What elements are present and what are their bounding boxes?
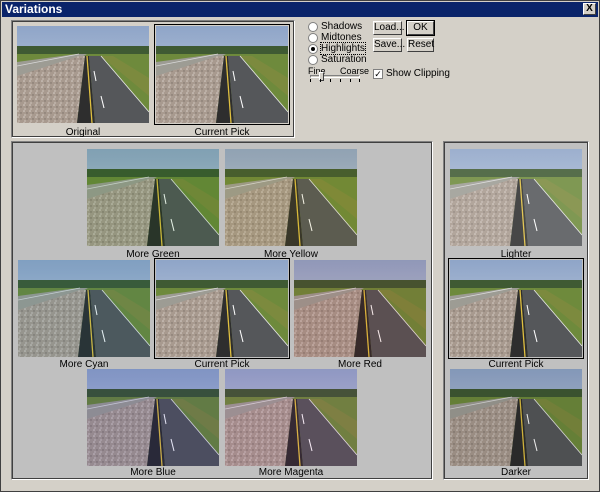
radio-highlights-label: Highlights	[320, 42, 366, 55]
reset-button[interactable]: Reset	[407, 38, 434, 52]
radio-saturation-indicator[interactable]	[308, 54, 318, 65]
radio-shadows[interactable]: Shadows	[308, 21, 362, 32]
radio-midtones-label: Midtones	[321, 32, 362, 43]
current-pick-brightness-thumbnail[interactable]	[448, 258, 584, 359]
slider-ticks	[310, 79, 360, 82]
radio-saturation[interactable]: Saturation	[308, 54, 367, 65]
radio-shadows-label: Shadows	[321, 21, 363, 32]
close-button[interactable]: X	[583, 3, 596, 15]
more-green-caption: More Green	[126, 249, 180, 260]
more-magenta-thumbnail[interactable]	[225, 369, 357, 466]
radio-midtones[interactable]: Midtones	[308, 32, 362, 43]
original-caption: Original	[65, 127, 101, 138]
more-blue-caption: More Blue	[130, 467, 176, 478]
more-cyan-thumbnail[interactable]	[18, 260, 150, 357]
current-pick-color-thumbnail[interactable]	[154, 258, 290, 359]
radio-highlights-indicator[interactable]	[308, 43, 318, 54]
radio-saturation-label: Saturation	[321, 54, 367, 65]
current-pick-preview-thumbnail	[154, 24, 290, 125]
check-icon[interactable]: ✓	[373, 68, 383, 79]
show-clipping-checkbox[interactable]: ✓ Show Clipping	[373, 68, 450, 79]
variations-dialog: Variations X Original Current Pick Shado…	[0, 0, 600, 492]
lighter-thumbnail[interactable]	[450, 149, 582, 246]
save-button[interactable]: Save...	[373, 38, 405, 52]
more-red-thumbnail[interactable]	[294, 260, 426, 357]
radio-shadows-indicator[interactable]	[308, 21, 318, 32]
radio-midtones-indicator[interactable]	[308, 32, 318, 43]
show-clipping-label: Show Clipping	[386, 68, 450, 79]
more-yellow-thumbnail[interactable]	[225, 149, 357, 246]
ok-button[interactable]: OK	[406, 20, 435, 36]
radio-highlights[interactable]: Highlights	[308, 42, 366, 55]
close-icon: X	[586, 3, 593, 14]
window-title: Variations	[5, 2, 63, 16]
title-bar: Variations X	[2, 2, 598, 17]
more-yellow-caption: More Yellow	[264, 249, 318, 260]
load-button[interactable]: Load...	[373, 21, 405, 35]
more-magenta-caption: More Magenta	[258, 467, 324, 478]
more-blue-thumbnail[interactable]	[87, 369, 219, 466]
more-green-thumbnail[interactable]	[87, 149, 219, 246]
current-pick-preview-caption: Current Pick	[194, 127, 250, 138]
fine-coarse-slider-track[interactable]	[310, 75, 360, 78]
darker-thumbnail[interactable]	[450, 369, 582, 466]
darker-caption: Darker	[500, 467, 531, 478]
lighter-caption: Lighter	[500, 249, 532, 260]
original-thumbnail	[17, 26, 149, 123]
